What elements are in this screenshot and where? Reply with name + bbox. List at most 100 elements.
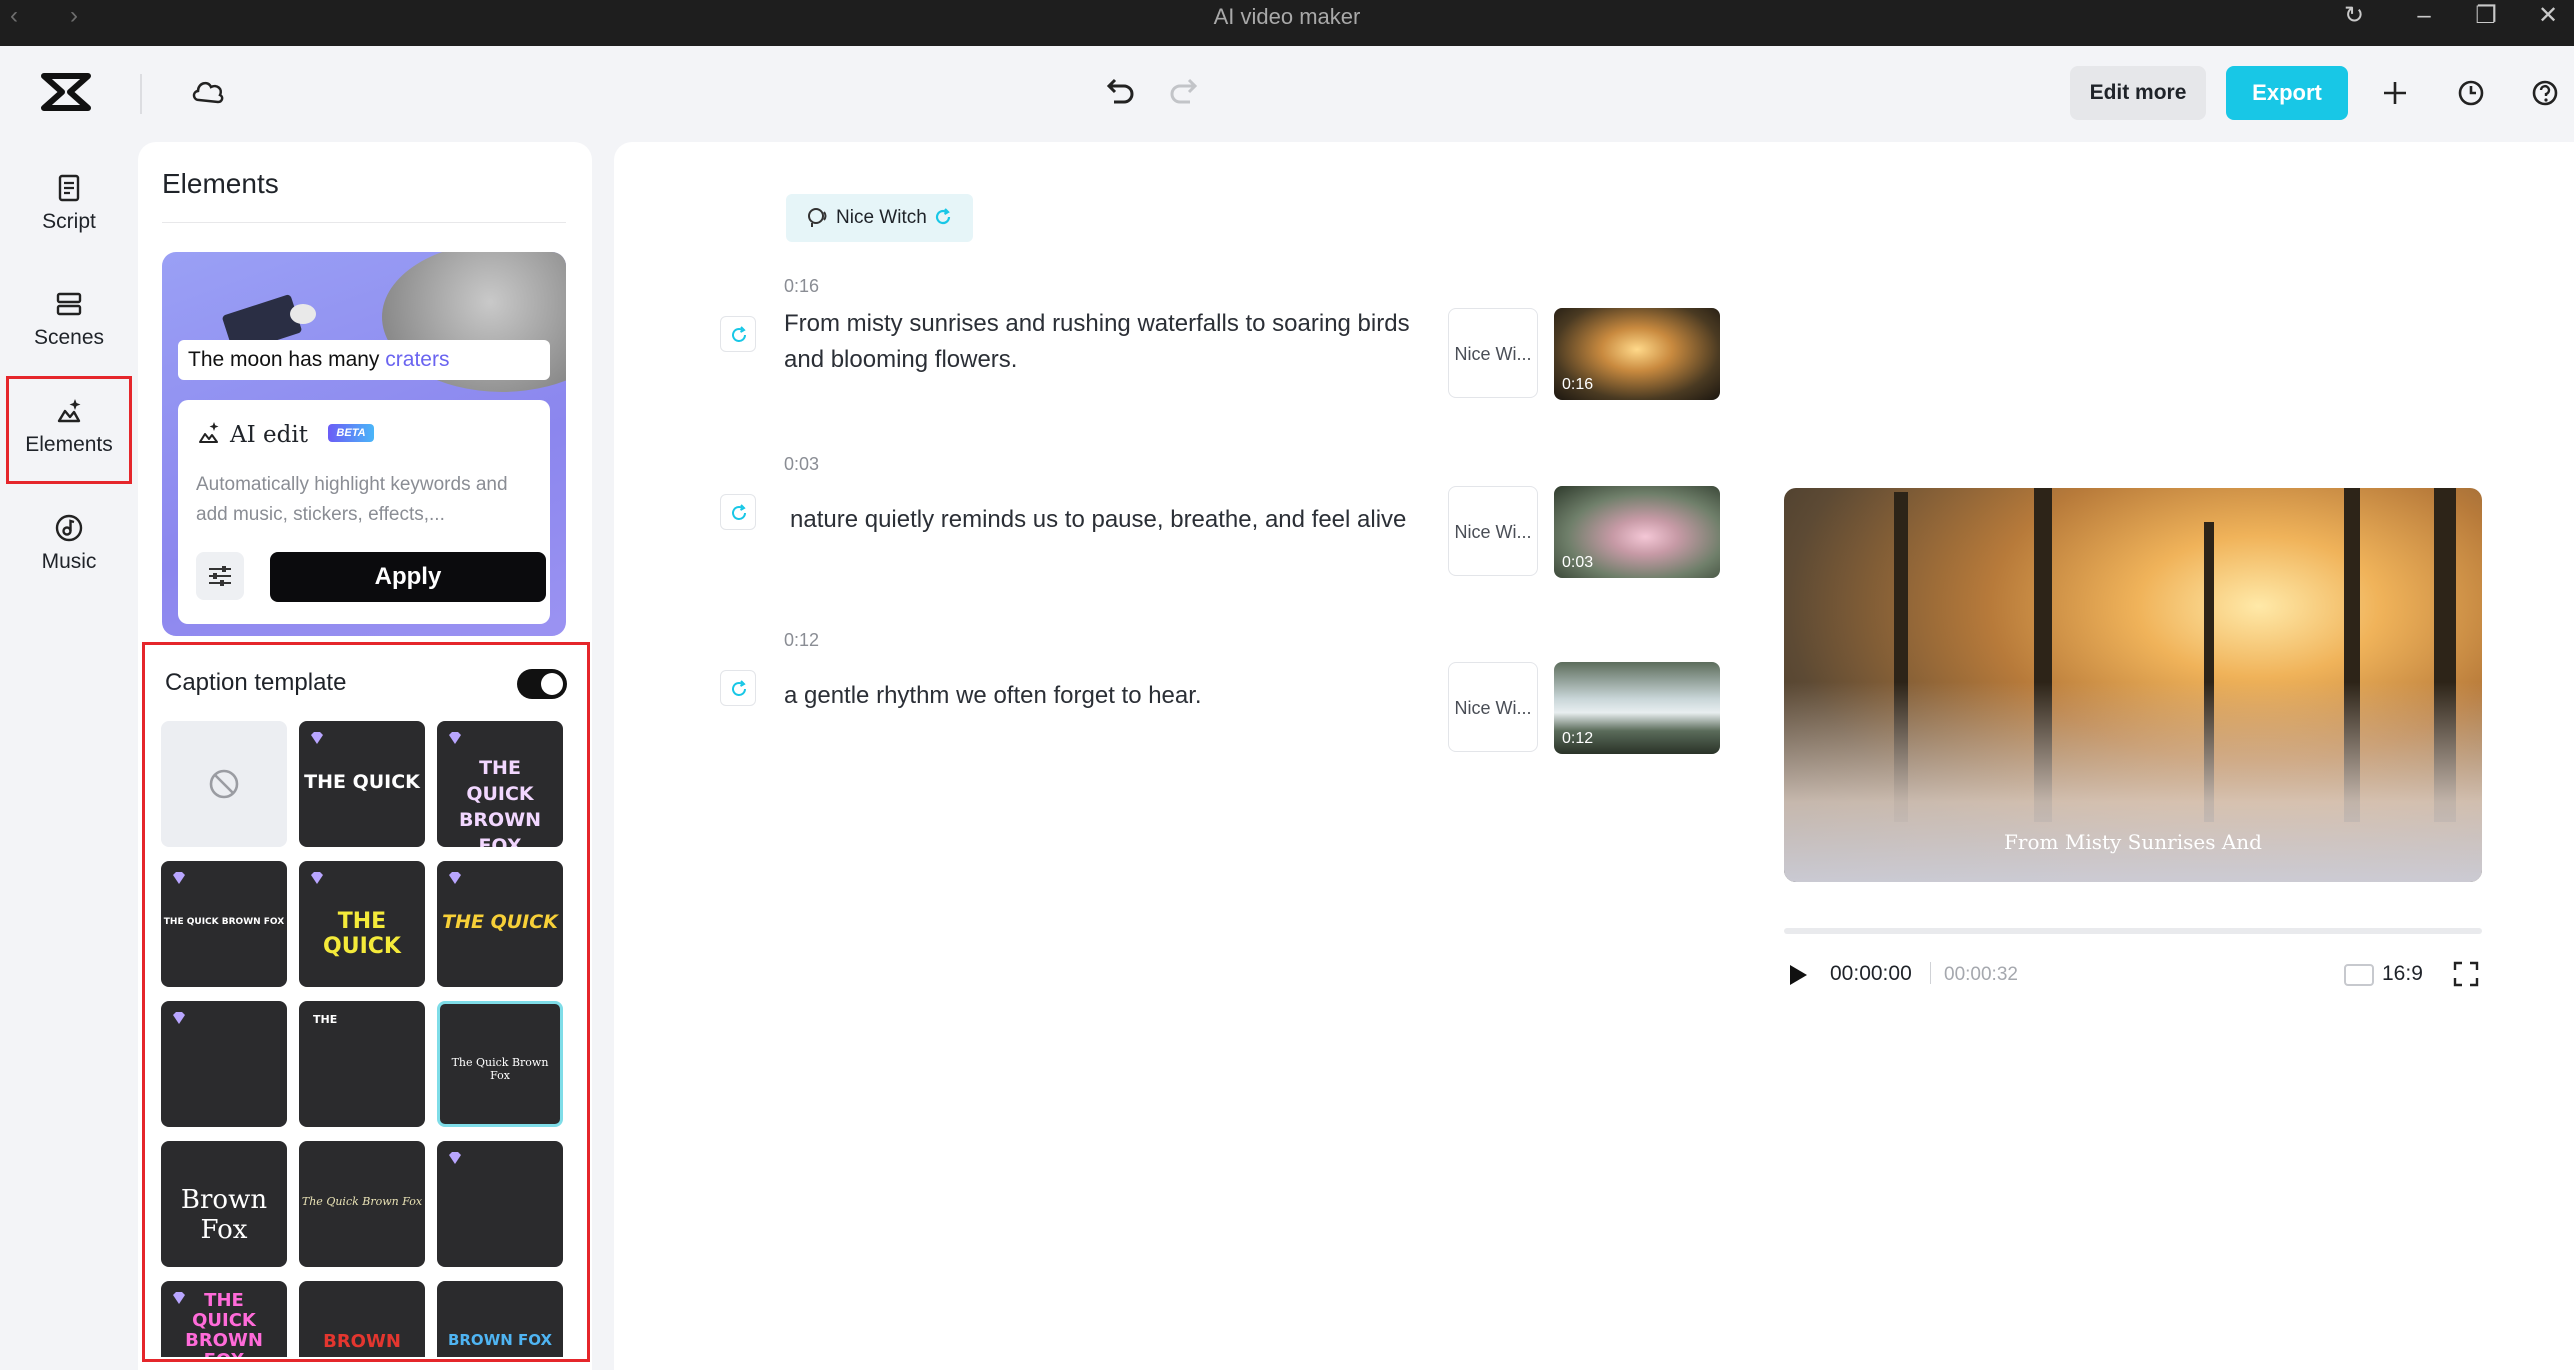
ai-edit-description: Automatically highlight keywords and add… xyxy=(196,470,536,530)
scene-duration: 0:03 xyxy=(784,454,819,475)
elements-panel: Elements The moon has many craters AI ed… xyxy=(138,142,592,1370)
help-icon[interactable] xyxy=(2530,78,2560,108)
elements-icon xyxy=(53,395,85,427)
aspect-ratio-label[interactable]: 16:9 xyxy=(2382,962,2423,986)
scene-thumbnail[interactable]: 0:16 xyxy=(1554,308,1720,400)
beta-badge: BETA xyxy=(328,424,374,442)
caption-template[interactable] xyxy=(161,1001,287,1127)
premium-gem-icon xyxy=(171,871,187,885)
scene-voice-button[interactable]: Nice Wi... xyxy=(1448,662,1538,752)
refresh-icon xyxy=(933,207,953,227)
scene-text[interactable]: nature quietly reminds us to pause, brea… xyxy=(790,502,1450,538)
sliders-icon xyxy=(196,552,244,600)
caption-template[interactable]: THE QUICK xyxy=(299,861,425,987)
reload-icon[interactable]: ↻ xyxy=(2334,0,2374,34)
left-nav: Script Scenes Elements Music xyxy=(0,142,134,1370)
title-bar: ‹ › AI video maker ↻ – ❐ ✕ xyxy=(0,0,2574,46)
scene-voice-button[interactable]: Nice Wi... xyxy=(1448,486,1538,576)
plus-icon[interactable] xyxy=(2380,78,2410,108)
video-preview[interactable]: From Misty Sunrises And xyxy=(1784,488,2482,882)
caption-template-section: Caption template THE QUICK THE QUICK BRO… xyxy=(142,642,590,1362)
scene-thumbnail[interactable]: 0:03 xyxy=(1554,486,1720,578)
no-template-icon xyxy=(161,721,287,847)
nav-music[interactable]: Music xyxy=(6,496,132,604)
scene-row: 0:12 a gentle rhythm we often forget to … xyxy=(614,630,1714,750)
play-icon[interactable] xyxy=(1786,962,1810,988)
ai-edit-title: AI edit xyxy=(230,422,308,448)
premium-gem-icon xyxy=(447,871,463,885)
premium-gem-icon xyxy=(309,871,325,885)
caption-template[interactable]: THE QUICK BROWN FOX xyxy=(161,861,287,987)
caption-template[interactable]: Brown Fox xyxy=(161,1141,287,1267)
scene-text[interactable]: a gentle rhythm we often forget to hear. xyxy=(784,678,1444,714)
caption-toggle[interactable] xyxy=(517,669,567,699)
nav-script-label: Script xyxy=(6,210,132,234)
caption-template[interactable]: THE QUICK BROWN FOX xyxy=(437,721,563,847)
close-icon[interactable]: ✕ xyxy=(2528,0,2568,34)
caption-template[interactable] xyxy=(437,1141,563,1267)
nav-script[interactable]: Script xyxy=(6,156,132,264)
undo-icon[interactable] xyxy=(1100,74,1136,110)
nav-elements[interactable]: Elements xyxy=(6,376,132,484)
export-button[interactable]: Export xyxy=(2226,66,2348,120)
voice-selector[interactable]: Nice Witch xyxy=(786,194,973,242)
caption-template-selected[interactable]: The Quick Brown Fox xyxy=(437,1001,563,1127)
nav-music-label: Music xyxy=(6,550,132,574)
caption-template[interactable]: BROWN FOX xyxy=(437,1281,563,1357)
sample-keyword: craters xyxy=(385,348,449,371)
scene-thumbnail[interactable]: 0:12 xyxy=(1554,662,1720,754)
sync-button[interactable] xyxy=(720,494,756,530)
apply-button[interactable]: Apply xyxy=(270,552,546,602)
ai-edit-body: AI edit BETA Automatically highlight key… xyxy=(178,400,550,624)
window-title: AI video maker xyxy=(0,0,2574,46)
caption-template[interactable]: THE QUICK BROWN FOX xyxy=(161,1281,287,1357)
scene-row: 0:03 nature quietly reminds us to pause,… xyxy=(614,454,1714,574)
caption-template[interactable]: BROWN xyxy=(299,1281,425,1357)
scene-text[interactable]: From misty sunrises and rushing waterfal… xyxy=(784,306,1444,378)
restore-icon[interactable]: ❐ xyxy=(2466,0,2506,34)
ai-edit-card: The moon has many craters AI edit BETA A… xyxy=(162,252,566,636)
divider xyxy=(162,222,566,223)
sync-icon xyxy=(721,317,757,353)
caption-template[interactable]: The Quick Brown Fox xyxy=(299,1141,425,1267)
ai-edit-heading: AI edit xyxy=(196,420,308,448)
sync-button[interactable] xyxy=(720,316,756,352)
fullscreen-icon[interactable] xyxy=(2452,960,2480,988)
scene-voice-button[interactable]: Nice Wi... xyxy=(1448,308,1538,398)
sample-caption-text: The moon has many xyxy=(188,348,379,371)
music-icon xyxy=(53,512,85,544)
history-icon[interactable] xyxy=(2456,78,2486,108)
nav-scenes[interactable]: Scenes xyxy=(6,272,132,380)
capcut-logo[interactable] xyxy=(40,70,92,114)
premium-gem-icon xyxy=(447,731,463,745)
redo-icon[interactable] xyxy=(1168,74,1204,110)
current-time: 00:00:00 xyxy=(1830,962,1912,986)
ai-settings-button[interactable] xyxy=(196,552,244,600)
ai-sparkle-icon xyxy=(196,420,222,446)
aspect-ratio-icon[interactable] xyxy=(2344,964,2374,986)
premium-gem-icon xyxy=(447,1151,463,1165)
scene-row: 0:16 From misty sunrises and rushing wat… xyxy=(614,276,1714,396)
sync-button[interactable] xyxy=(720,670,756,706)
playback-progress[interactable] xyxy=(1784,928,2482,934)
premium-gem-icon xyxy=(309,731,325,745)
divider xyxy=(1930,962,1931,984)
thumbnail-duration: 0:03 xyxy=(1562,554,1593,572)
sample-caption: The moon has many craters xyxy=(178,340,550,380)
nav-elements-label: Elements xyxy=(9,433,129,457)
caption-template[interactable]: THE QUICK xyxy=(437,861,563,987)
caption-template-title: Caption template xyxy=(165,669,346,697)
edit-more-button[interactable]: Edit more xyxy=(2070,66,2206,120)
thumbnail-duration: 0:12 xyxy=(1562,730,1593,748)
caption-template-none[interactable] xyxy=(161,721,287,847)
divider xyxy=(140,74,142,114)
caption-template[interactable]: THE QUICK xyxy=(299,721,425,847)
thumbnail-duration: 0:16 xyxy=(1562,376,1593,394)
minimize-icon[interactable]: – xyxy=(2404,0,2444,34)
caption-template[interactable]: THE xyxy=(299,1001,425,1127)
script-editor: Nice Witch 0:16 From misty sunrises and … xyxy=(614,142,2574,1370)
premium-gem-icon xyxy=(171,1011,187,1025)
cloud-icon[interactable] xyxy=(190,76,226,106)
voice-name: Nice Witch xyxy=(836,207,927,228)
satellite-dish xyxy=(290,304,316,324)
